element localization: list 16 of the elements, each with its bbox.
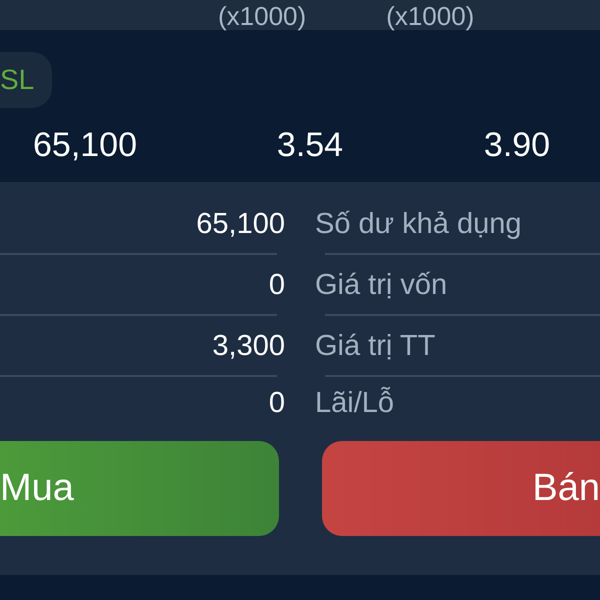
balance-value: 0 <box>268 269 285 302</box>
balance-label: Giá trị vốn <box>315 269 448 302</box>
balance-label: Số dư khả dụng <box>315 208 522 241</box>
balance-label: Lãi/Lỗ <box>315 386 394 420</box>
balance-value: 65,100 <box>195 208 285 241</box>
balance-value: 0 <box>268 386 285 420</box>
column-unit-label: (x1000) <box>218 2 306 30</box>
summary-value: 3.90 <box>482 126 552 164</box>
buy-button[interactable]: Mua <box>0 441 279 536</box>
sell-button[interactable]: Bán <box>322 441 600 536</box>
summary-value: 3.54 <box>276 126 344 164</box>
quantity-tag[interactable]: SL <box>0 52 52 108</box>
column-unit-label: (x1000) <box>386 2 474 30</box>
balance-value: 3,300 <box>211 330 285 363</box>
summary-value: 65,100 <box>32 126 138 164</box>
balance-label: Giá trị TT <box>315 330 436 363</box>
